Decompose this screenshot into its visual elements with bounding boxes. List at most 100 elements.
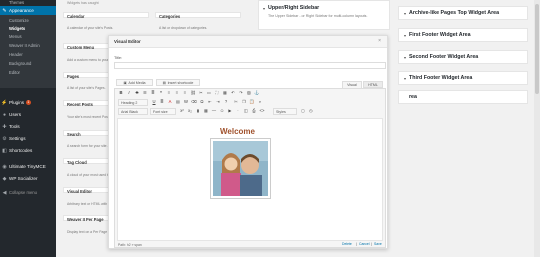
sidebar-item-plugins[interactable]: ⚡ Plugins 1 <box>0 98 56 107</box>
title-input[interactable] <box>114 62 386 69</box>
superscript-icon[interactable]: x² <box>179 108 185 114</box>
sidebar-item-background[interactable]: Background <box>9 61 31 66</box>
content-photo[interactable] <box>210 138 271 199</box>
format-select[interactable]: Heading 2 <box>118 99 148 106</box>
sidebar-item-menus[interactable]: Menus <box>9 34 22 39</box>
save-link[interactable]: Save <box>374 242 382 246</box>
sidebar-item-editor[interactable]: Editor <box>9 70 20 75</box>
toggle-toolbar-icon[interactable]: ▦ <box>222 90 228 96</box>
fullscreen-icon[interactable]: ⛶ <box>214 90 220 96</box>
bold-icon[interactable]: B <box>118 90 124 96</box>
sidebar-item-customize[interactable]: Customize <box>9 18 29 23</box>
print-icon[interactable]: ⎙ <box>251 108 257 114</box>
media-embed-icon[interactable]: ▶ <box>227 108 233 114</box>
add-media-button[interactable]: ▣ Add Media <box>116 79 153 86</box>
sidebar-item-appearance[interactable]: ✎ Appearance <box>0 6 56 15</box>
link-icon[interactable]: ⛓ <box>190 90 196 96</box>
image-icon[interactable]: ▨ <box>246 90 252 96</box>
widget-categories[interactable]: Categories <box>155 12 241 19</box>
cancel-link[interactable]: Cancel <box>359 242 370 246</box>
undo-icon[interactable]: ↶ <box>230 90 236 96</box>
plugins-icon: ⚡ <box>1 99 8 106</box>
widget-area-first-footer[interactable]: ▾ First Footer Widget Area <box>398 28 528 42</box>
code-icon[interactable]: <> <box>259 108 265 114</box>
paste-word-icon[interactable]: W <box>183 99 189 105</box>
table-icon[interactable]: ▦ <box>203 108 209 114</box>
clear-formatting-icon[interactable]: ⌫ <box>191 99 197 105</box>
preview-icon[interactable]: ◫ <box>243 108 249 114</box>
widget-area-partial[interactable]: rea <box>398 90 528 104</box>
copy-icon[interactable]: ❐ <box>241 99 247 105</box>
italic-icon[interactable]: I <box>126 90 132 96</box>
anchor-icon[interactable]: ⚓ <box>254 90 260 96</box>
sidebar-item-header[interactable]: Header <box>9 52 23 57</box>
sidebar-item-weaver-admin[interactable]: Weaver II Admin <box>9 43 40 48</box>
underline-icon[interactable]: U <box>151 99 157 105</box>
font-family-select[interactable]: Arial Black <box>118 108 148 115</box>
collapse-arrow-icon: ▾ <box>404 10 407 16</box>
more-tag-icon[interactable]: ▭ <box>206 90 212 96</box>
sidebar-item-widgets[interactable]: Widgets <box>9 26 25 31</box>
collapse-arrow-icon[interactable]: ▾ <box>263 6 265 11</box>
tab-visual[interactable]: Visual <box>342 81 362 88</box>
strikethrough-icon[interactable]: S <box>134 90 140 96</box>
widget-categories-desc: A list or dropdown of categories. <box>159 26 208 30</box>
editor-content[interactable]: Welcome <box>117 118 383 241</box>
page-scrollbar[interactable] <box>534 0 540 257</box>
widget-calendar-desc: A calendar of your site's Posts. <box>67 26 114 30</box>
tab-html[interactable]: HTML <box>363 81 383 88</box>
emoticons-icon[interactable]: ☺ <box>219 108 225 114</box>
collapse-menu-button[interactable]: ◀ Collapse menu <box>0 188 56 197</box>
unlink-icon[interactable]: ✂ <box>198 90 204 96</box>
styles-select[interactable]: Styles <box>273 108 297 115</box>
help-icon[interactable]: ? <box>223 99 229 105</box>
sidebar-item-settings[interactable]: ⚙ Settings <box>0 134 56 143</box>
tinymce-icon: ◉ <box>2 163 7 170</box>
close-icon[interactable]: × <box>378 38 381 44</box>
numbered-list-icon[interactable]: ≣ <box>150 90 156 96</box>
cut-icon[interactable]: ✄ <box>233 99 239 105</box>
visual-aid-icon[interactable]: ◻ <box>300 108 306 114</box>
subscript-icon[interactable]: x₂ <box>187 108 193 114</box>
justify-icon[interactable]: ≣ <box>159 99 165 105</box>
font-size-select[interactable]: Font size <box>150 108 176 115</box>
sidebar-item-tools[interactable]: ✚ Tools <box>0 122 56 131</box>
admin-sidebar: Themes ✎ Appearance Customize Widgets Me… <box>0 0 56 257</box>
widget-area-third-footer[interactable]: ▾ Third Footer Widget Area <box>398 71 528 85</box>
search-icon[interactable]: ⌕ <box>257 99 263 105</box>
hr-icon[interactable]: ― <box>211 108 217 114</box>
sidebar-area-title: Upper/Right Sidebar <box>268 5 320 11</box>
upper-right-sidebar-area[interactable]: ▾ Upper/Right Sidebar The Upper Sidebar … <box>258 0 390 30</box>
collapse-arrow-icon: ▾ <box>404 75 407 81</box>
redo-icon[interactable]: ↷ <box>238 90 244 96</box>
special-char-icon[interactable]: Ω <box>199 99 205 105</box>
indent-icon[interactable]: ⇥ <box>215 99 221 105</box>
align-center-icon[interactable]: ≡ <box>174 90 180 96</box>
insert-shortcode-button[interactable]: ▤ Insert shortcode <box>156 79 200 86</box>
align-right-icon[interactable]: ≡ <box>182 90 188 96</box>
blockquote-icon[interactable]: ❝ <box>158 90 164 96</box>
content-heading: Welcome <box>220 127 255 136</box>
nonbreaking-icon[interactable]: · <box>235 108 241 114</box>
path-indicator: Path: h2 » span <box>118 243 142 247</box>
socializer-icon: ◆ <box>2 175 7 182</box>
widget-calendar[interactable]: Calendar <box>63 12 149 19</box>
sidebar-item-ultimate-tinymce[interactable]: ◉ Ultimate TinyMCE <box>0 162 56 171</box>
highlight-icon[interactable]: ▮ <box>195 108 201 114</box>
outdent-icon[interactable]: ⇤ <box>207 99 213 105</box>
insert-date-icon[interactable]: ◷ <box>308 108 314 114</box>
scrollbar-thumb[interactable] <box>535 4 539 94</box>
shortcodes-icon: ◧ <box>2 147 7 154</box>
paste-text-icon[interactable]: ▤ <box>175 99 181 105</box>
text-color-icon[interactable]: A <box>167 99 173 105</box>
bullet-list-icon[interactable]: ☰ <box>142 90 148 96</box>
sidebar-item-wp-socializer[interactable]: ◆ WP Socializer <box>0 174 56 183</box>
sidebar-item-shortcodes[interactable]: ◧ Shortcodes <box>0 146 56 155</box>
widget-area-archive-top[interactable]: ▾ Archive-like Pages Top Widget Area <box>398 6 528 20</box>
delete-link[interactable]: Delete <box>342 242 352 246</box>
paste-icon[interactable]: 📋 <box>249 99 255 105</box>
widget-area-second-footer[interactable]: ▾ Second Footer Widget Area <box>398 50 528 64</box>
sidebar-item-users[interactable]: ● Users <box>0 110 56 119</box>
align-left-icon[interactable]: ≡ <box>166 90 172 96</box>
collapse-arrow-icon: ▾ <box>404 32 407 38</box>
